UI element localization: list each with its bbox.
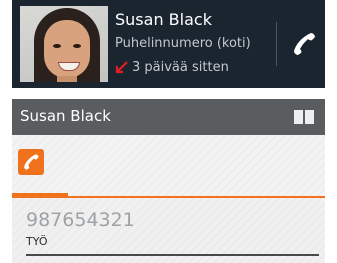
number-underline	[26, 254, 319, 256]
call-log-card[interactable]: Susan Black Puhelinnumero (koti) 3 päivä…	[12, 0, 325, 88]
contact-name: Susan Black	[115, 10, 212, 29]
phone-handset-icon	[24, 154, 39, 170]
phone-number: 987654321	[26, 209, 135, 231]
tab-phone[interactable]	[12, 135, 68, 198]
number-type: Puhelinnumero (koti)	[115, 36, 251, 51]
call-time: 3 päivää sitten	[132, 60, 229, 75]
avatar-eye-right	[73, 44, 81, 48]
contact-title-bar: Susan Black	[12, 99, 325, 135]
avatar-eye-left	[53, 44, 61, 48]
phone-type-label: TYÖ	[26, 235, 48, 248]
vertical-divider	[276, 22, 277, 66]
phone-handset-icon	[294, 33, 315, 55]
call-button[interactable]	[284, 20, 324, 68]
phone-number-row[interactable]: 987654321 TYÖ	[12, 198, 325, 263]
book-icon[interactable]	[293, 108, 315, 126]
tab-bar	[12, 135, 325, 198]
missed-call-icon	[115, 61, 128, 74]
avatar-neck	[57, 76, 77, 82]
phone-tab-icon-box	[18, 149, 44, 175]
avatar[interactable]	[20, 6, 108, 82]
page-title: Susan Black	[20, 107, 111, 125]
